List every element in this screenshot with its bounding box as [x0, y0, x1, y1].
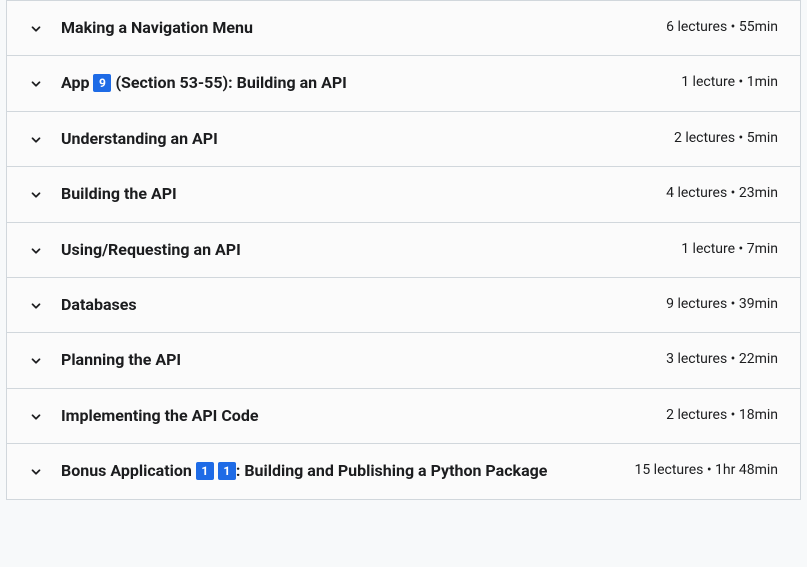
section-title: Planning the API	[61, 349, 666, 371]
chevron-down-icon	[29, 409, 43, 423]
number-badge: 1	[218, 462, 236, 480]
chevron-down-icon	[29, 243, 43, 257]
section-meta: 15 lectures • 1hr 48min	[634, 462, 778, 478]
section-meta: 1 lecture • 7min	[681, 241, 778, 257]
section-meta: 3 lectures • 22min	[666, 351, 778, 367]
chevron-down-icon	[29, 21, 43, 35]
section-row[interactable]: Databases9 lectures • 39min	[6, 277, 801, 332]
section-meta: 4 lectures • 23min	[666, 185, 778, 201]
section-meta: 9 lectures • 39min	[666, 296, 778, 312]
section-row[interactable]: Making a Navigation Menu6 lectures • 55m…	[6, 0, 801, 55]
section-meta: 1 lecture • 1min	[681, 74, 778, 90]
section-title: Making a Navigation Menu	[61, 17, 666, 39]
section-title: Databases	[61, 294, 666, 316]
section-row[interactable]: Planning the API3 lectures • 22min	[6, 332, 801, 387]
section-row[interactable]: Building the API4 lectures • 23min	[6, 166, 801, 221]
section-title: Building the API	[61, 183, 666, 205]
section-row[interactable]: Bonus Application 1 1: Building and Publ…	[6, 443, 801, 499]
section-title: Implementing the API Code	[61, 405, 666, 427]
number-badge: 1	[196, 462, 214, 480]
section-meta: 2 lectures • 18min	[666, 407, 778, 423]
section-title: Understanding an API	[61, 128, 674, 150]
chevron-down-icon	[29, 132, 43, 146]
chevron-down-icon	[29, 76, 43, 90]
section-title: Bonus Application 1 1: Building and Publ…	[61, 460, 634, 482]
section-title: Using/Requesting an API	[61, 239, 681, 261]
section-row[interactable]: App 9 (Section 53-55): Building an API1 …	[6, 55, 801, 110]
chevron-down-icon	[29, 464, 43, 478]
section-row[interactable]: Understanding an API2 lectures • 5min	[6, 111, 801, 166]
chevron-down-icon	[29, 298, 43, 312]
chevron-down-icon	[29, 353, 43, 367]
section-meta: 2 lectures • 5min	[674, 130, 778, 146]
course-sections-accordion: Making a Navigation Menu6 lectures • 55m…	[6, 0, 801, 500]
section-title: App 9 (Section 53-55): Building an API	[61, 72, 681, 94]
section-meta: 6 lectures • 55min	[666, 19, 778, 35]
chevron-down-icon	[29, 187, 43, 201]
section-row[interactable]: Implementing the API Code2 lectures • 18…	[6, 388, 801, 443]
section-row[interactable]: Using/Requesting an API1 lecture • 7min	[6, 222, 801, 277]
number-badge: 9	[93, 74, 111, 92]
